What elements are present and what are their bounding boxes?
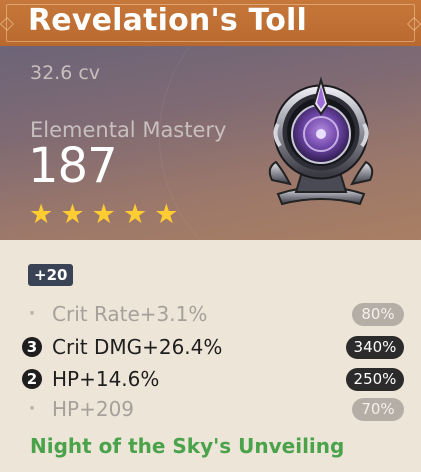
artifact-card: Revelation's Toll 32.6 cv Elemental Mast… (0, 0, 421, 472)
bullet-dot-icon: · (28, 303, 36, 324)
substat-text: Crit DMG+26.4% (52, 335, 223, 359)
roll-count-icon: 3 (22, 337, 42, 357)
crit-value: 32.6 cv (30, 62, 101, 84)
artifact-set-name: Night of the Sky's Unveiling (30, 434, 345, 458)
roll-percent-badge: 80% (352, 303, 404, 326)
star-icon: ★ (60, 199, 85, 230)
artifact-name: Revelation's Toll (28, 3, 308, 38)
roll-percent-badge: 340% (346, 336, 404, 359)
artifact-goblet-icon (268, 76, 374, 206)
star-icon: ★ (122, 199, 148, 230)
star-icon: ★ (29, 199, 54, 230)
star-icon: ★ (154, 199, 179, 230)
rarity-stars: ★ ★ ★ ★ ★ (29, 199, 180, 230)
bullet-dot-icon: · (28, 398, 36, 419)
substat-row: · HP+209 70% (22, 395, 412, 423)
substat-text: Crit Rate+3.1% (52, 302, 208, 326)
roll-count-icon: 2 (22, 369, 42, 389)
main-stat-value: 187 (28, 138, 118, 194)
substat-row: · Crit Rate+3.1% 80% (22, 300, 412, 328)
substat-row: 3 Crit DMG+26.4% 340% (22, 333, 412, 361)
roll-percent-badge: 250% (346, 368, 404, 391)
level-badge: +20 (28, 264, 74, 286)
title-bar: Revelation's Toll (0, 0, 421, 46)
substat-text: HP+14.6% (52, 367, 160, 391)
roll-percent-badge: 70% (352, 398, 404, 421)
artifact-header: 32.6 cv Elemental Mastery 187 ★ ★ ★ ★ ★ (0, 46, 421, 240)
star-icon: ★ (91, 199, 116, 230)
substat-row: 2 HP+14.6% 250% (22, 365, 412, 393)
substat-text: HP+209 (52, 397, 135, 421)
